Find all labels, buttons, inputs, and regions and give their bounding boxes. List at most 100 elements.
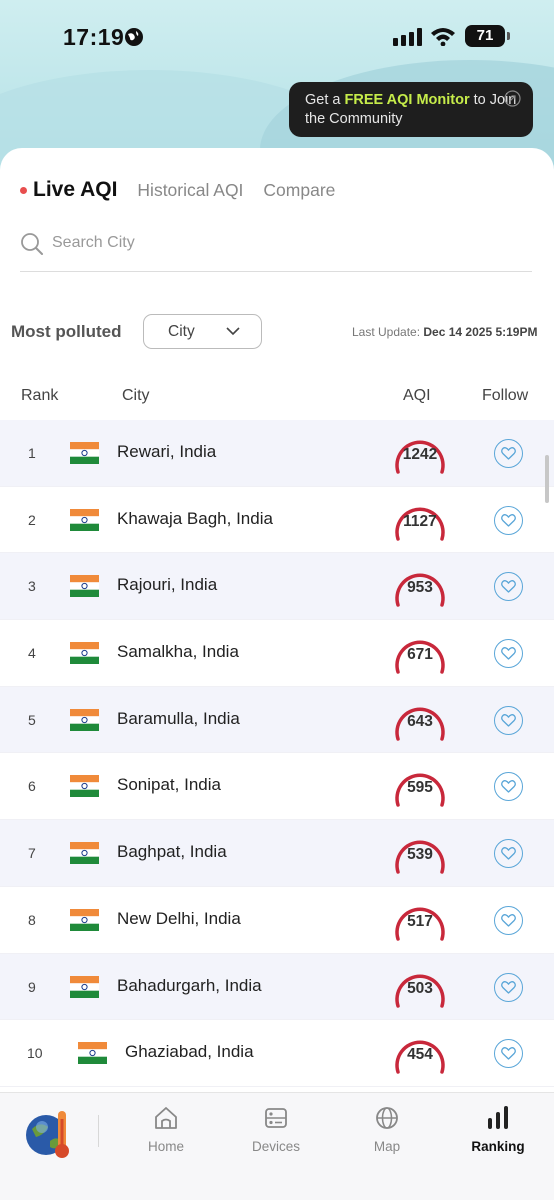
search-input[interactable] [52,230,512,256]
search-icon [21,233,43,255]
follow-button[interactable] [494,972,523,1002]
india-flag-icon [70,908,99,931]
table-row[interactable]: 9 Bahadurgarh, India 503 [0,953,554,1021]
table-row[interactable]: 4 Samalkha, India 671 [0,620,554,687]
follow-button[interactable] [494,439,523,468]
heart-icon [501,513,516,527]
row-city[interactable]: New Delhi, India [117,909,241,929]
follow-button[interactable] [494,572,523,602]
status-time: 17:19 [63,24,125,50]
follow-button[interactable] [494,1039,523,1069]
app-logo-icon[interactable] [22,1105,76,1161]
nav-map[interactable]: Map [342,1105,432,1154]
header-rank: Rank [21,387,59,404]
row-city[interactable]: Samalkha, India [117,642,239,662]
nav-home-label: Home [147,1139,184,1154]
row-rank: 5 [28,711,36,728]
nav-ranking[interactable]: Ranking [453,1105,543,1154]
search-bar [20,226,532,272]
last-update: Last Update: Dec 14 2025 5:19PM [352,325,537,339]
tab-live-aqi[interactable]: Live AQI [33,178,117,202]
ranking-list: 1 Rewari, India 1242 2 Khawaja Bagh, India 11… [0,420,554,1087]
promo-highlight: FREE AQI Monitor [344,92,470,108]
row-rank: 6 [28,778,36,795]
row-city[interactable]: Ghaziabad, India [125,1042,254,1062]
row-aqi-value: 595 [407,779,433,797]
row-aqi-value: 643 [407,712,433,730]
scrollbar[interactable] [545,455,549,503]
row-aqi-value: 539 [407,846,433,864]
filter-selected: City [168,323,195,340]
wifi-icon [431,28,455,46]
table-row[interactable]: 1 Rewari, India 1242 [0,420,554,487]
row-city[interactable]: Sonipat, India [117,775,221,795]
heart-icon [501,713,516,727]
last-update-value: Dec 14 2025 5:19PM [423,325,538,339]
heart-icon [501,580,516,594]
table-row[interactable]: 10 Ghaziabad, India 454 [0,1020,554,1087]
row-rank: 7 [28,845,36,862]
india-flag-icon [70,508,99,531]
row-rank: 2 [28,511,36,528]
row-rank: 3 [28,578,36,595]
external-link-icon [504,90,521,107]
follow-button[interactable] [494,905,523,935]
table-header: Rank City AQI Follow [0,380,554,410]
row-city[interactable]: Baramulla, India [117,709,240,729]
row-aqi-value: 454 [407,1046,433,1064]
india-flag-icon [70,442,99,464]
signal-icon [393,28,422,46]
heart-icon [501,447,516,460]
row-aqi-value: 503 [407,979,433,997]
india-flag-icon [70,975,99,998]
india-flag-icon [70,842,99,865]
india-flag-icon [70,575,99,598]
follow-button[interactable] [494,505,523,535]
promo-banner[interactable]: Get a FREE AQI Monitor to Join the Commu… [289,82,533,137]
filter-label: Most polluted [11,322,122,341]
chevron-down-icon [226,327,240,336]
nav-devices[interactable]: Devices [231,1105,321,1154]
table-row[interactable]: 2 Khawaja Bagh, India 1127 [0,487,554,554]
follow-button[interactable] [494,705,523,735]
tab-historical-aqi[interactable]: Historical AQI [137,180,243,201]
row-city[interactable]: Rewari, India [117,442,216,462]
row-rank: 8 [28,911,36,928]
device-icon [265,1108,287,1128]
promo-prefix: Get a [305,92,345,108]
header-follow: Follow [482,387,529,404]
nav-map-label: Map [373,1139,401,1154]
aqi-tabs: Live AQI Historical AQI Compare [20,176,335,204]
row-rank: 10 [27,1045,43,1062]
filter-dropdown[interactable]: City [143,314,262,349]
nav-ranking-label: Ranking [471,1139,525,1154]
status-bar: 17:19 71 [0,18,554,58]
globe-icon [125,28,143,46]
globe-icon [376,1107,398,1129]
table-row[interactable]: 3 Rajouri, India 953 [0,553,554,621]
row-city[interactable]: Rajouri, India [117,575,217,595]
row-city[interactable]: Bahadurgarh, India [117,976,262,996]
follow-button[interactable] [494,639,523,669]
row-aqi-value: 517 [407,912,433,930]
row-rank: 9 [28,978,36,995]
filter-bar: Most polluted City Last Update: Dec 14 2… [0,312,554,352]
row-aqi-value: 671 [407,646,433,664]
header-city: City [122,387,150,404]
tab-compare[interactable]: Compare [263,180,335,201]
row-city[interactable]: Khawaja Bagh, India [117,509,273,529]
india-flag-icon [70,642,99,665]
row-rank: 1 [28,445,36,461]
table-row[interactable]: 6 Sonipat, India 595 [0,753,554,821]
table-row[interactable]: 8 New Delhi, India 517 [0,887,554,954]
table-row[interactable]: 7 Baghpat, India 539 [0,820,554,887]
follow-button[interactable] [494,839,523,869]
nav-devices-label: Devices [251,1139,300,1154]
row-city[interactable]: Baghpat, India [117,842,227,862]
follow-button[interactable] [494,772,523,802]
battery-indicator: 71 [465,25,510,47]
heart-icon [501,980,516,994]
table-row[interactable]: 5 Baramulla, India 643 [0,686,554,754]
nav-home[interactable]: Home [121,1105,211,1154]
bottom-nav: Home Devices Map Ranking [0,1092,554,1200]
